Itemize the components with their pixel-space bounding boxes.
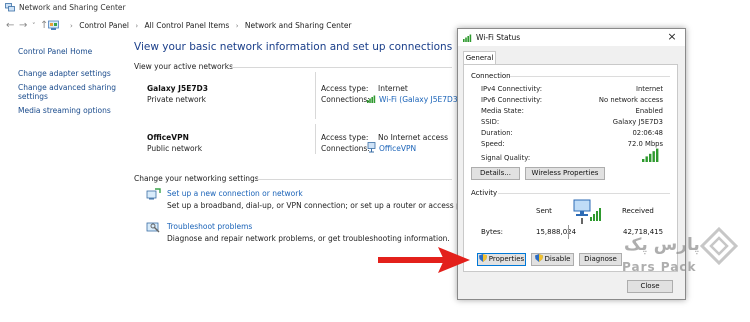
active-networks-label: View your active networks bbox=[134, 62, 233, 71]
network-type: Private network bbox=[147, 95, 206, 104]
recent-chevron-icon[interactable]: ˅ bbox=[32, 21, 36, 32]
setup-connection-desc: Set up a broadband, dial-up, or VPN conn… bbox=[167, 201, 478, 210]
forward-arrow-icon[interactable]: → bbox=[19, 20, 27, 31]
access-type-value: Internet bbox=[378, 84, 408, 93]
parspack-logo-icon bbox=[700, 227, 738, 265]
ipv6-value: No network access bbox=[598, 96, 663, 104]
received-label: Received bbox=[622, 207, 654, 215]
parspack-watermark: پارس پک Pars Pack bbox=[612, 223, 742, 298]
new-connection-icon bbox=[146, 188, 161, 200]
ipv4-value: Internet bbox=[636, 85, 663, 93]
back-arrow-icon[interactable]: ← bbox=[6, 20, 14, 31]
wifi-signal-icon bbox=[367, 95, 376, 103]
control-panel-icon bbox=[48, 20, 59, 30]
speed-key: Speed: bbox=[481, 140, 505, 148]
ssid-key: SSID: bbox=[481, 118, 500, 126]
sidebar-item-control-panel-home[interactable]: Control Panel Home bbox=[18, 47, 118, 56]
ipv6-key: IPv6 Connectivity: bbox=[481, 96, 542, 104]
sidebar-item-adapter-settings[interactable]: Change adapter settings bbox=[18, 69, 118, 78]
signal-bar bbox=[652, 151, 655, 162]
disable-button-label: Disable bbox=[544, 255, 571, 263]
network-center-icon bbox=[5, 3, 15, 12]
pointer-arrow-icon bbox=[378, 247, 470, 273]
breadcrumb: › Control Panel › All Control Panel Item… bbox=[66, 21, 352, 30]
close-icon[interactable]: × bbox=[664, 30, 680, 44]
uac-shield-icon bbox=[534, 254, 543, 262]
connection-group-label: Connection bbox=[471, 72, 511, 80]
watermark-latin: Pars Pack bbox=[622, 260, 697, 274]
troubleshoot-desc: Diagnose and repair network problems, or… bbox=[167, 234, 450, 243]
signal-bar bbox=[656, 148, 659, 162]
network-name: OfficeVPN bbox=[147, 133, 189, 142]
duration-value: 02:06:48 bbox=[632, 129, 663, 137]
bytes-sent-value: 15,888,024 bbox=[536, 228, 577, 236]
bytes-label: Bytes: bbox=[481, 228, 504, 236]
wifi-signal-icon bbox=[463, 34, 472, 42]
connections-key: Connections: bbox=[321, 144, 370, 153]
divider bbox=[510, 76, 670, 77]
access-type-value: No Internet access bbox=[378, 133, 449, 142]
disable-button[interactable]: Disable bbox=[531, 253, 574, 266]
page-title: View your basic network information and … bbox=[134, 41, 453, 53]
speed-value: 72.0 Mbps bbox=[627, 140, 663, 148]
breadcrumb-separator-icon: › bbox=[135, 22, 139, 30]
signal-quality-key: Signal Quality: bbox=[481, 154, 531, 162]
wireless-properties-button[interactable]: Wireless Properties bbox=[525, 167, 605, 180]
access-type-key: Access type: bbox=[321, 84, 369, 93]
uac-shield-icon bbox=[478, 254, 487, 262]
sidebar-item-advanced-sharing[interactable]: Change advanced sharing settings bbox=[18, 83, 118, 101]
divider bbox=[568, 225, 569, 239]
divider bbox=[256, 179, 452, 180]
media-state-key: Media State: bbox=[481, 107, 524, 115]
troubleshoot-icon bbox=[146, 222, 160, 233]
details-button[interactable]: Details... bbox=[471, 167, 520, 180]
signal-bar bbox=[642, 159, 645, 162]
ipv4-key: IPv4 Connectivity: bbox=[481, 85, 542, 93]
connections-key: Connections: bbox=[321, 95, 370, 104]
divider bbox=[315, 124, 316, 154]
properties-button[interactable]: Properties bbox=[477, 253, 526, 266]
network-name: Galaxy J5E7D3 bbox=[147, 84, 208, 93]
breadcrumb-separator-icon: › bbox=[235, 22, 239, 30]
divider bbox=[232, 67, 452, 68]
setup-connection-link[interactable]: Set up a new connection or network bbox=[167, 189, 303, 198]
dialog-title: Wi-Fi Status bbox=[476, 33, 521, 42]
breadcrumb-separator-icon: › bbox=[70, 22, 73, 30]
signal-bar bbox=[649, 153, 652, 162]
network-type: Public network bbox=[147, 144, 203, 153]
sidebar-item-media-streaming[interactable]: Media streaming options bbox=[18, 106, 118, 115]
signal-bar bbox=[645, 156, 648, 162]
window-title: Network and Sharing Center bbox=[19, 3, 126, 12]
ssid-value: Galaxy J5E7D3 bbox=[612, 118, 663, 126]
divider bbox=[498, 193, 670, 194]
divider bbox=[315, 72, 316, 119]
breadcrumb-network-center[interactable]: Network and Sharing Center bbox=[245, 21, 352, 30]
watermark-persian: پارس پک bbox=[624, 235, 700, 255]
signal-strength-icon bbox=[642, 148, 659, 162]
network-activity-icon bbox=[573, 199, 601, 224]
activity-group-label: Activity bbox=[471, 189, 498, 197]
window-titlebar: Network and Sharing Center bbox=[0, 0, 750, 16]
sent-label: Sent bbox=[536, 207, 552, 215]
media-state-value: Enabled bbox=[635, 107, 663, 115]
troubleshoot-link[interactable]: Troubleshoot problems bbox=[167, 222, 252, 231]
properties-button-label: Properties bbox=[488, 255, 525, 263]
change-settings-label: Change your networking settings bbox=[134, 174, 259, 183]
access-type-key: Access type: bbox=[321, 133, 369, 142]
tab-general[interactable]: General bbox=[463, 51, 496, 65]
wifi-connection-link[interactable]: Wi-Fi (Galaxy J5E7D3) bbox=[379, 95, 461, 104]
duration-key: Duration: bbox=[481, 129, 513, 137]
vpn-connection-link[interactable]: OfficeVPN bbox=[379, 144, 416, 153]
breadcrumb-all-items[interactable]: All Control Panel Items bbox=[145, 21, 230, 30]
dialog-titlebar: Wi-Fi Status × bbox=[458, 29, 685, 46]
breadcrumb-control-panel[interactable]: Control Panel bbox=[79, 21, 129, 30]
vpn-icon bbox=[367, 142, 376, 153]
